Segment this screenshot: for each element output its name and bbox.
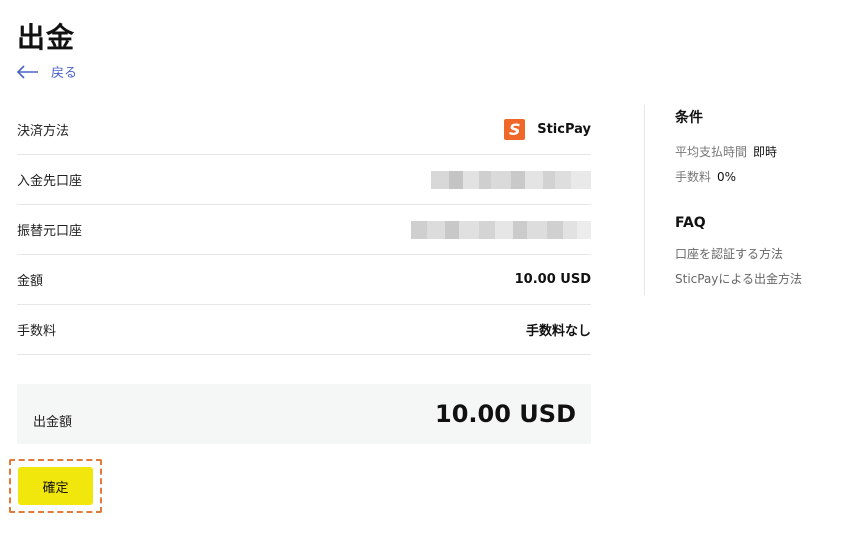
confirm-button[interactable]: 確定 <box>18 467 93 505</box>
arrow-left-icon <box>17 64 38 79</box>
amount-value: 10.00 USD <box>514 272 591 287</box>
avg-payout-time: 平均支払時間 即時 <box>675 143 835 160</box>
payment-method-name: SticPay <box>537 122 591 137</box>
conditions-title: 条件 <box>675 110 703 126</box>
payment-method-row: 決済方法 S SticPay <box>17 105 591 155</box>
vertical-divider <box>644 105 645 295</box>
sidebar-fee-label: 手数料 <box>675 170 712 184</box>
sticpay-logo-icon: S <box>504 119 526 140</box>
avg-payout-time-label: 平均支払時間 <box>675 145 748 159</box>
faq-title: FAQ <box>675 215 706 231</box>
fee-row: 手数料 手数料なし <box>17 305 591 355</box>
confirm-highlight-frame: 確定 <box>9 459 102 513</box>
deposit-account-label: 入金先口座 <box>17 174 83 189</box>
withdrawal-form: 決済方法 S SticPay 入金先口座 振替元口座 金額 10.00 USD … <box>17 105 591 355</box>
back-label: 戻る <box>51 66 78 81</box>
info-sidebar: 条件 平均支払時間 即時 手数料 0% FAQ 口座を認証する方法 SticPayに… <box>675 107 835 295</box>
withdrawal-total-label: 出金額 <box>33 414 73 430</box>
fee-value: 手数料なし <box>525 324 591 339</box>
payment-method-value: S SticPay <box>504 119 591 140</box>
source-account-row: 振替元口座 <box>17 205 591 255</box>
source-account-redacted <box>411 220 591 239</box>
faq-link-sticpay-withdrawal[interactable]: SticPayによる出金方法 <box>675 270 835 287</box>
payment-method-label: 決済方法 <box>17 124 70 139</box>
faq-link-verify-account[interactable]: 口座を認証する方法 <box>675 245 835 262</box>
page-title: 出金 <box>17 21 76 54</box>
withdrawal-total-box: 出金額 10.00 USD <box>17 384 591 444</box>
deposit-account-row: 入金先口座 <box>17 155 591 205</box>
sidebar-fee: 手数料 0% <box>675 168 835 185</box>
withdrawal-total-value: 10.00 USD <box>435 400 576 428</box>
amount-row: 金額 10.00 USD <box>17 255 591 305</box>
sidebar-fee-value: 0% <box>717 170 737 184</box>
amount-label: 金額 <box>17 274 44 289</box>
source-account-label: 振替元口座 <box>17 224 83 239</box>
deposit-account-redacted <box>431 170 591 189</box>
avg-payout-time-value: 即時 <box>753 145 778 159</box>
back-link[interactable]: 戻る <box>17 62 77 81</box>
fee-label: 手数料 <box>17 324 57 339</box>
